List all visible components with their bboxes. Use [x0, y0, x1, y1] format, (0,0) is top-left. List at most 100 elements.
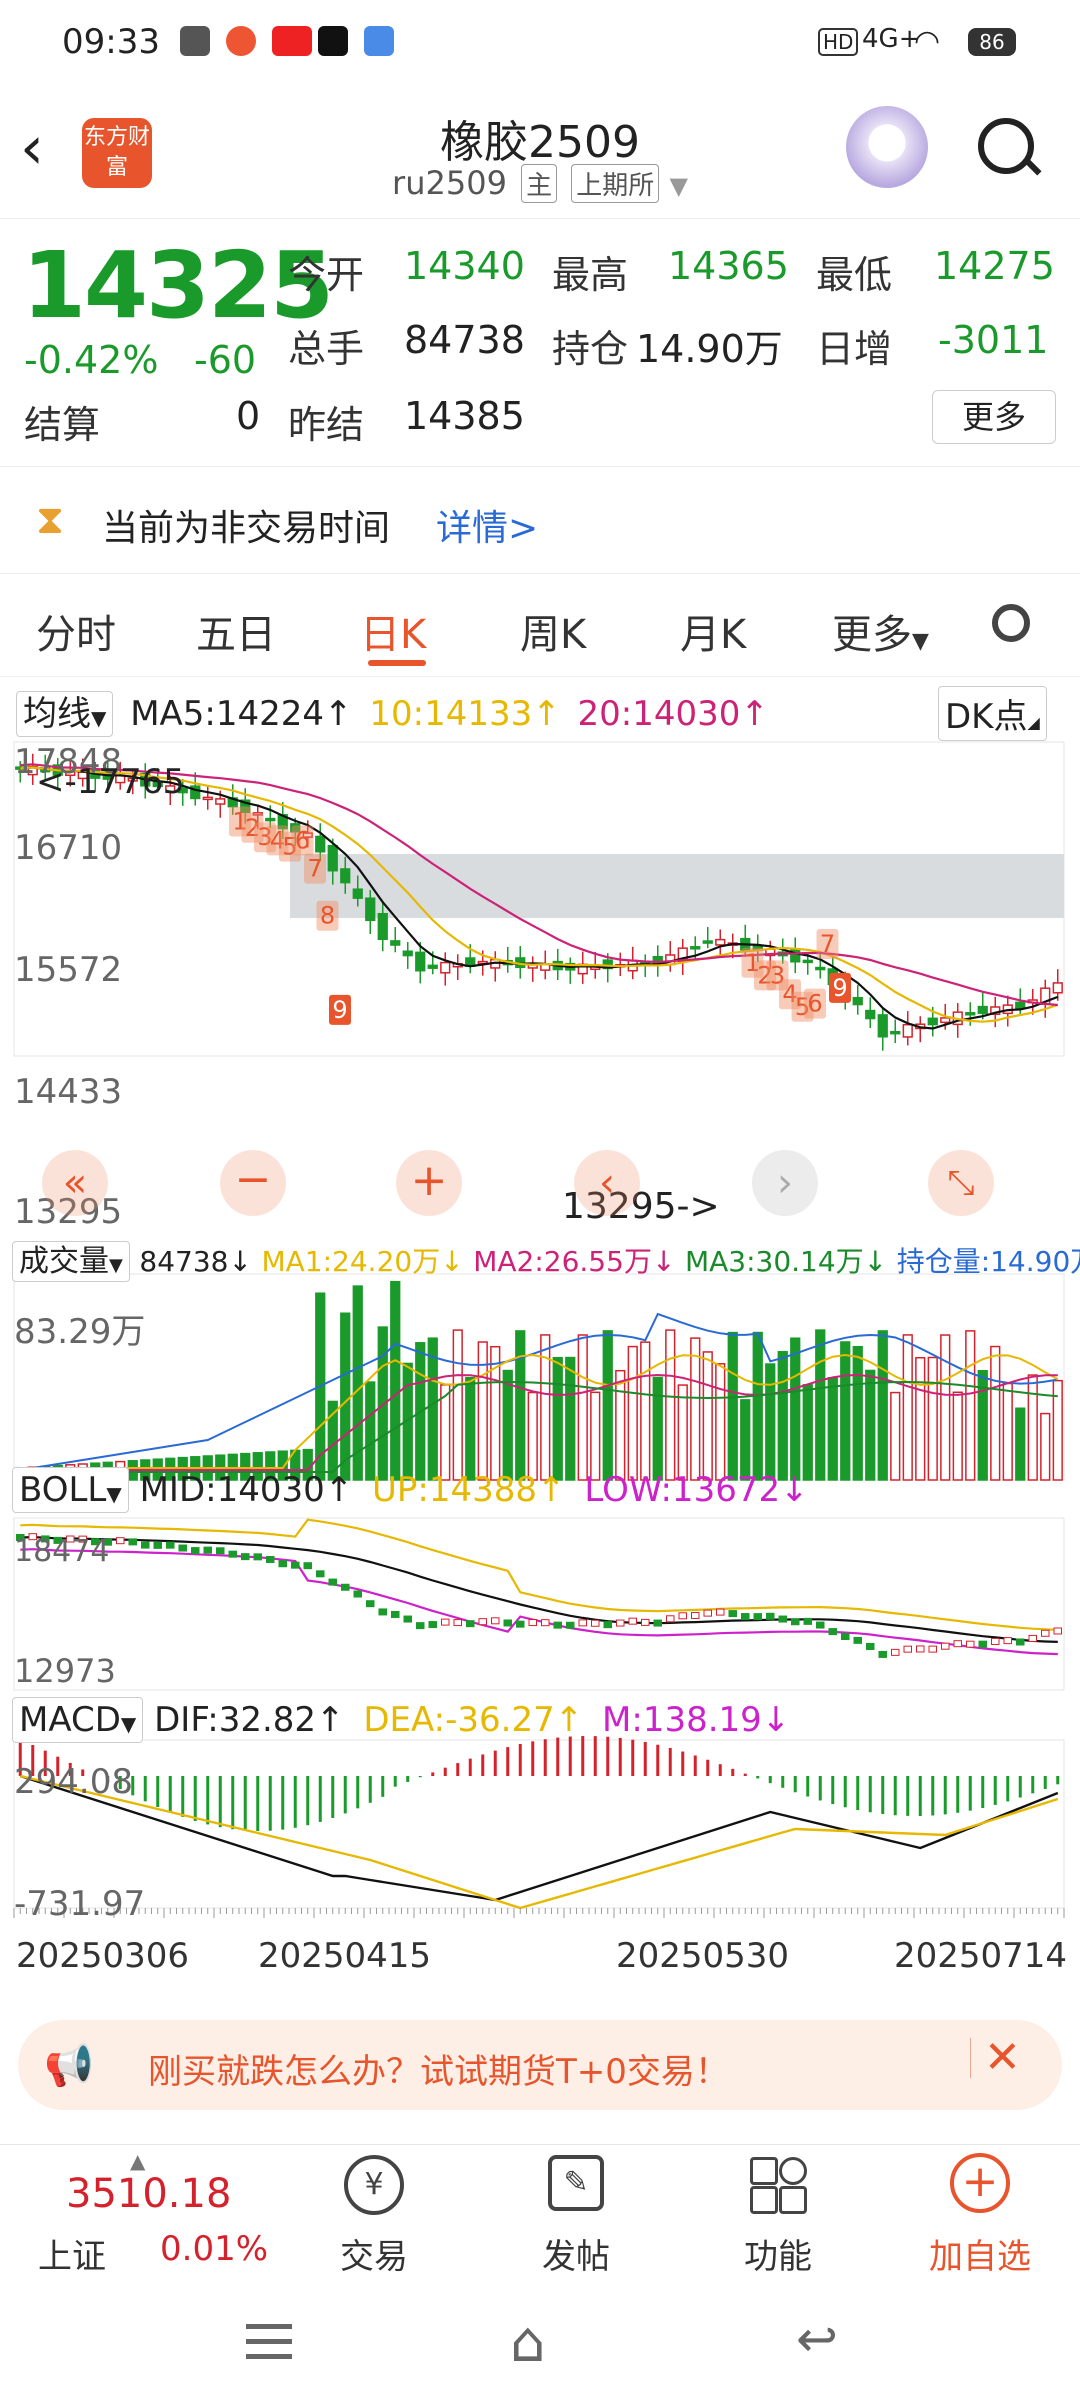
boll-candle — [991, 1637, 1000, 1645]
low-value: 14275 — [934, 244, 1055, 288]
macd-dea: DEA:-36.27↑ — [363, 1700, 584, 1740]
prev-settle-value: 14385 — [404, 394, 525, 438]
zoom-out-button[interactable]: − — [220, 1150, 286, 1216]
volume-bar — [602, 1330, 613, 1481]
volume-bar — [652, 1376, 663, 1481]
volume-bar — [690, 1337, 701, 1481]
dif-line — [19, 1774, 1059, 1902]
chart-area[interactable]: 12345678912345679 — [0, 738, 1080, 2010]
x-date-label: 20250415 — [258, 1936, 432, 1976]
candle — [702, 940, 713, 944]
vol-ma3-line — [20, 1380, 1058, 1473]
battery-indicator: 86 — [968, 28, 1016, 56]
chevron-down-icon: ▼ — [669, 172, 688, 200]
home-icon[interactable]: ⌂ — [510, 2310, 546, 2375]
volume-bar — [965, 1330, 976, 1481]
boll-candle — [553, 1621, 562, 1629]
boll-candle — [666, 1615, 675, 1623]
scroll-left-button[interactable]: ‹ — [574, 1150, 640, 1216]
post-icon[interactable]: ✎ — [548, 2155, 604, 2211]
boll-selector[interactable]: BOLL▼ — [12, 1467, 129, 1513]
active-tab-indicator — [368, 660, 426, 666]
candle — [852, 996, 863, 1006]
function-grid-icon[interactable] — [750, 2157, 807, 2214]
index-value[interactable]: 3510.18 — [66, 2171, 231, 2217]
boll-candle — [228, 1550, 237, 1558]
back-nav-icon[interactable]: ↩ — [796, 2310, 838, 2368]
open-label: 今开 — [288, 253, 365, 297]
candle — [352, 888, 363, 899]
notice-detail-link[interactable]: 详情> — [436, 499, 538, 551]
boll-candle — [191, 1547, 200, 1555]
caret-down-icon: ▼ — [91, 706, 107, 730]
close-icon[interactable]: ✕ — [984, 2032, 1021, 2083]
signal-number: 6 — [807, 990, 822, 1018]
x-date-label: 20250530 — [616, 1936, 790, 1976]
search-icon[interactable] — [978, 118, 1034, 174]
boll-candle — [141, 1541, 150, 1549]
volume-bar — [627, 1345, 638, 1481]
boll-candle — [978, 1640, 987, 1648]
scroll-right-button[interactable]: › — [752, 1150, 818, 1216]
boll-candle — [466, 1620, 475, 1628]
signal-number: 9 — [332, 996, 347, 1024]
macd-selector[interactable]: MACD▼ — [12, 1697, 144, 1743]
tab-daily-k[interactable]: 日K — [360, 602, 426, 660]
trade-icon[interactable]: ¥ — [344, 2155, 404, 2215]
boll-candle — [403, 1615, 412, 1623]
volume-bar — [577, 1334, 588, 1481]
tab-weekly-k[interactable]: 周K — [520, 602, 586, 660]
volume-bar — [365, 1381, 376, 1481]
macd-m: M:138.19↓ — [602, 1700, 791, 1740]
volume-bar — [877, 1330, 888, 1481]
change-value: -60 — [194, 338, 257, 382]
post-label[interactable]: 发帖 — [506, 2229, 646, 2278]
tab-five-day[interactable]: 五日 — [196, 602, 276, 660]
ai-assistant-icon[interactable] — [846, 106, 928, 188]
signal-number: 7 — [307, 855, 322, 883]
menu-icon[interactable] — [246, 2324, 292, 2360]
ma-row: 均线▼ MA5:14224↑ 10:14133↑ 20:14030↑ — [16, 686, 769, 737]
zoom-in-button[interactable]: + — [396, 1150, 462, 1216]
volume-bar — [590, 1391, 601, 1481]
system-navigation-bar: ⌂ ↩ — [0, 2280, 1080, 2408]
scroll-left-fast-button[interactable]: « — [42, 1150, 108, 1216]
volume-y-label: 83.29万 — [14, 1312, 146, 1352]
candle — [940, 1017, 951, 1024]
fullscreen-button[interactable]: ⤡ — [928, 1150, 994, 1216]
caret-down-icon: ▼ — [912, 629, 929, 654]
candle — [690, 946, 701, 950]
add-watchlist-label[interactable]: 加自选 — [910, 2229, 1050, 2278]
main-contract-tag: 主 — [521, 164, 558, 203]
candle — [265, 817, 276, 822]
volume-selector[interactable]: 成交量▼ — [12, 1241, 130, 1282]
add-watchlist-icon[interactable]: + — [950, 2153, 1010, 2213]
tab-more[interactable]: 更多▼ — [832, 602, 929, 660]
boll-candle — [716, 1608, 725, 1616]
ma-selector[interactable]: 均线▼ — [16, 691, 114, 737]
volume-bar — [502, 1369, 513, 1481]
macd-y-top: 294.08 — [14, 1762, 133, 1802]
trade-label[interactable]: 交易 — [304, 2229, 444, 2278]
ma10-value: 10:14133↑ — [369, 694, 561, 734]
boll-candle — [1041, 1629, 1050, 1637]
candle — [902, 1023, 913, 1038]
contract-code: ru2509 — [392, 164, 507, 202]
settings-gear-icon[interactable] — [992, 604, 1030, 642]
y-label: 16710 — [14, 828, 123, 868]
boll-candle — [578, 1619, 587, 1627]
vol-ma1-line — [20, 1353, 1059, 1469]
boll-candle — [178, 1544, 187, 1552]
volume-bar — [1040, 1412, 1051, 1481]
volume-bar — [677, 1384, 688, 1481]
boll-candle — [516, 1620, 525, 1628]
more-quote-button[interactable]: 更多 — [932, 390, 1056, 444]
tab-monthly-k[interactable]: 月K — [680, 602, 746, 660]
tab-intraday[interactable]: 分时 — [36, 602, 116, 660]
settle-label: 结算 — [24, 403, 101, 447]
boll-selector-label: BOLL — [19, 1470, 107, 1510]
dk-point-button[interactable]: DK点◢ — [938, 686, 1047, 741]
promo-banner[interactable]: 📢 刚买就跌怎么办？试试期货T+0交易！ ✕ — [18, 2020, 1062, 2110]
day-increase-value: -3011 — [938, 318, 1049, 362]
function-label[interactable]: 功能 — [708, 2229, 848, 2278]
